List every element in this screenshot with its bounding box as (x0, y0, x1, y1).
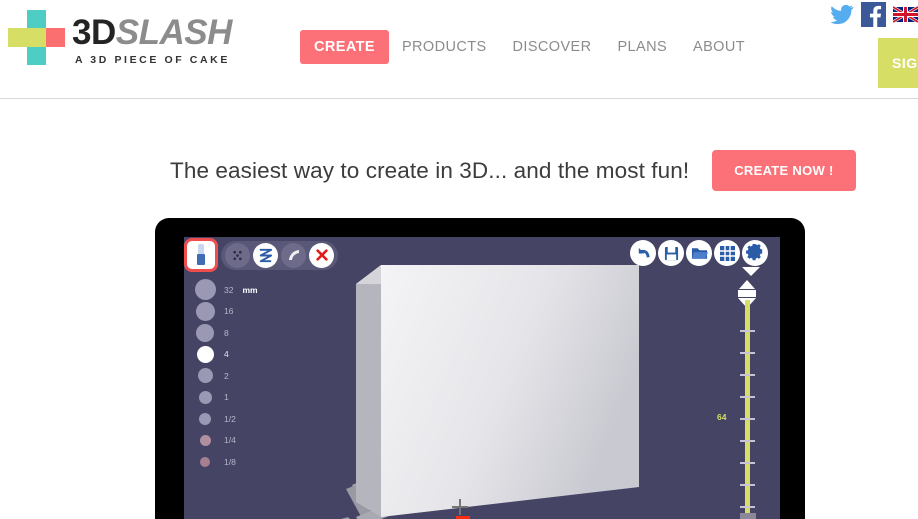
social-links (829, 2, 918, 27)
scale-row[interactable]: 1/2 (192, 408, 258, 430)
logo-tagline: A 3D PIECE OF CAKE (75, 54, 230, 66)
scale-dot-1[interactable] (198, 390, 212, 404)
scale-row[interactable]: 16 (192, 301, 258, 323)
app-viewport[interactable]: 32 mm 16 8 4 2 1 1/2 1/4 1/8 64 (184, 237, 780, 519)
twitter-icon[interactable] (829, 2, 854, 27)
ruler-base (740, 513, 756, 519)
ruler-value-label: 64 (717, 412, 727, 422)
cursor-crosshair-icon (452, 499, 468, 515)
undo-icon[interactable] (630, 240, 656, 266)
main-nav: CREATE PRODUCTS DISCOVER PLANS ABOUT (300, 30, 758, 64)
scale-dot-16[interactable] (195, 301, 215, 321)
grid-icon[interactable] (714, 240, 740, 266)
scale-row[interactable]: 32 mm (192, 279, 258, 301)
app-toolbar-right (630, 240, 768, 266)
tool-group (221, 240, 338, 270)
scale-row[interactable]: 1/4 (192, 430, 258, 452)
app-screenshot-frame: 32 mm 16 8 4 2 1 1/2 1/4 1/8 64 (155, 218, 805, 519)
scale-row[interactable]: 1/8 (192, 451, 258, 473)
logo-title-slash: SLASH (115, 13, 233, 52)
uk-flag-icon[interactable] (893, 2, 918, 27)
scale-dot-4-selected[interactable] (196, 345, 214, 363)
scale-dot-half[interactable] (199, 412, 211, 425)
dice-tool-icon[interactable] (225, 242, 250, 268)
toolbar-expand-arrow-icon[interactable] (742, 267, 760, 276)
ruler-arrow-up-icon[interactable] (739, 280, 755, 289)
scale-row[interactable]: 8 (192, 322, 258, 344)
nav-item-products[interactable]: PRODUCTS (389, 30, 500, 64)
scale-dot-quarter[interactable] (199, 434, 211, 446)
scale-label-8: 8 (224, 327, 229, 338)
logo-cross-icon (8, 10, 66, 65)
scale-dot-eighth[interactable] (200, 456, 210, 467)
scale-label-2: 2 (224, 370, 229, 381)
nav-item-create[interactable]: CREATE (300, 30, 389, 64)
logo-title: 3DSLASH (72, 14, 232, 52)
scale-label-4: 4 (224, 349, 229, 360)
site-header: 3DSLASH A 3D PIECE OF CAKE CREATE PRODUC… (0, 0, 918, 99)
scale-label-1: 1 (224, 392, 229, 403)
sign-in-button[interactable]: SIGN IN (878, 38, 918, 88)
logo-title-3d: 3D (72, 13, 116, 52)
create-now-button[interactable]: CREATE NOW ! (712, 150, 856, 191)
scale-row[interactable]: 4 (192, 344, 258, 366)
settings-gear-icon[interactable] (742, 240, 768, 266)
logo-text: 3DSLASH A 3D PIECE OF CAKE (72, 8, 232, 67)
curve-tool-icon[interactable] (281, 242, 306, 268)
scale-label-eighth: 1/8 (224, 456, 236, 467)
hero-row: The easiest way to create in 3D... and t… (170, 150, 856, 191)
cube-3d-model (341, 265, 639, 519)
nav-item-discover[interactable]: DISCOVER (500, 30, 605, 64)
zigzag-tool-icon[interactable] (253, 242, 278, 268)
block-size-scale: 32 mm 16 8 4 2 1 1/2 1/4 1/8 (192, 279, 258, 473)
page-root: 3DSLASH A 3D PIECE OF CAKE CREATE PRODUC… (0, 0, 918, 519)
scale-row[interactable]: 2 (192, 365, 258, 387)
scale-label-quarter: 1/4 (224, 435, 236, 446)
scale-label-half: 1/2 (224, 413, 236, 424)
hero-title: The easiest way to create in 3D... and t… (170, 157, 690, 183)
cube-face-front (381, 265, 639, 517)
ruler-handle[interactable] (738, 290, 756, 297)
height-ruler[interactable]: 64 (717, 280, 760, 519)
scale-label-16: 16 (224, 306, 234, 317)
facebook-icon[interactable] (861, 2, 886, 27)
save-icon[interactable] (658, 240, 684, 266)
nav-item-plans[interactable]: PLANS (604, 30, 680, 64)
delete-tool-icon[interactable] (309, 242, 334, 268)
app-toolbar-left (184, 238, 338, 272)
scale-unit-label: mm (242, 284, 258, 295)
nav-item-about[interactable]: ABOUT (680, 30, 758, 64)
scale-dot-8[interactable] (196, 323, 214, 342)
scale-row[interactable]: 1 (192, 387, 258, 409)
cube-face-left (356, 265, 381, 517)
open-folder-icon[interactable] (686, 240, 712, 266)
site-logo[interactable]: 3DSLASH A 3D PIECE OF CAKE (8, 8, 232, 66)
scale-label-32: 32 (224, 284, 234, 295)
scale-dot-2[interactable] (197, 368, 213, 384)
scale-dot-32[interactable] (194, 279, 216, 301)
chisel-tool-icon[interactable] (184, 238, 218, 272)
ruler-bar (745, 300, 750, 515)
